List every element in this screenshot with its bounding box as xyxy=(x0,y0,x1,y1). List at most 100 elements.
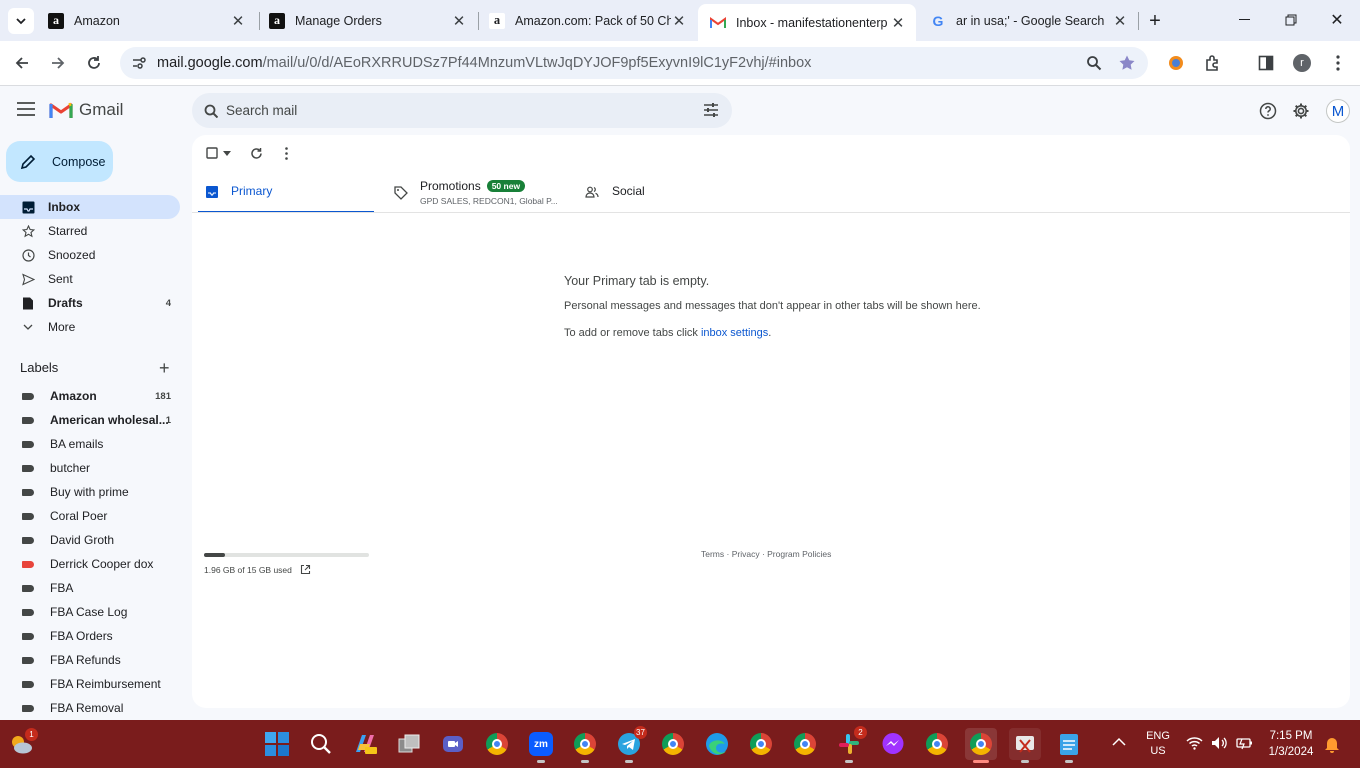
tab-promotions[interactable]: Promotions 50 new GPD SALES, REDCON1, Gl… xyxy=(388,177,578,213)
address-bar[interactable]: mail.google.com/mail/u/0/d/AEoRXRRUDSz7P… xyxy=(120,47,1148,79)
taskbar-snipping-tool[interactable] xyxy=(1009,728,1041,763)
taskbar-chrome-4[interactable] xyxy=(789,728,821,760)
label-item[interactable]: Buy with prime xyxy=(0,480,180,504)
label-icon xyxy=(22,464,34,472)
start-button[interactable] xyxy=(261,728,293,760)
tab-search-button[interactable] xyxy=(8,8,34,34)
taskbar-chrome-3[interactable] xyxy=(745,728,777,760)
program-policies-link[interactable]: Program Policies xyxy=(767,549,831,559)
taskbar-copilot[interactable] xyxy=(349,728,381,760)
new-tab-button[interactable]: + xyxy=(1144,10,1166,32)
taskbar-chrome-2[interactable] xyxy=(657,728,689,760)
taskbar-notepad[interactable] xyxy=(1053,728,1085,763)
search-bar[interactable] xyxy=(192,93,732,128)
back-button[interactable] xyxy=(7,48,37,78)
extension-button[interactable] xyxy=(1161,48,1191,78)
help-button[interactable] xyxy=(1259,102,1277,120)
label-icon xyxy=(22,704,34,712)
terms-link[interactable]: Terms xyxy=(701,549,724,559)
side-panel-button[interactable] xyxy=(1251,48,1281,78)
tab-primary[interactable]: Primary xyxy=(198,177,374,213)
label-item[interactable]: American wholesal... 1 xyxy=(0,408,180,432)
search-icon[interactable] xyxy=(204,104,218,118)
telegram-badge: 37 xyxy=(634,726,647,739)
site-info-icon[interactable] xyxy=(132,56,146,70)
taskbar-slack[interactable]: 2 xyxy=(833,726,867,763)
label-item[interactable]: FBA Case Log xyxy=(0,600,180,624)
reload-button[interactable] xyxy=(79,48,109,78)
notifications-button[interactable] xyxy=(1324,736,1340,753)
browser-tab-manage-orders[interactable]: a Manage Orders ✕ xyxy=(257,0,477,41)
privacy-link[interactable]: Privacy xyxy=(732,549,760,559)
tab-social[interactable]: Social xyxy=(580,177,770,213)
search-input[interactable] xyxy=(226,103,666,118)
taskbar-chrome-5[interactable] xyxy=(921,728,953,760)
inbox-settings-link[interactable]: inbox settings xyxy=(701,327,768,339)
label-item[interactable]: Coral Poer xyxy=(0,504,180,528)
system-tray[interactable] xyxy=(1186,736,1253,750)
region-text: US xyxy=(1150,745,1166,757)
open-external-icon[interactable] xyxy=(300,564,311,575)
weather-widget[interactable]: 1 xyxy=(5,728,38,760)
close-icon[interactable]: ✕ xyxy=(1112,13,1128,30)
bookmark-star-icon[interactable] xyxy=(1118,54,1136,72)
taskbar-messenger[interactable] xyxy=(877,728,909,760)
taskbar-zoom[interactable]: zm xyxy=(525,728,557,763)
sidebar-item-snoozed[interactable]: Snoozed xyxy=(0,243,180,267)
search-options-icon[interactable] xyxy=(703,103,719,117)
browser-menu-button[interactable] xyxy=(1323,48,1353,78)
close-icon[interactable]: ✕ xyxy=(230,13,246,30)
taskbar-edge[interactable] xyxy=(701,728,733,760)
label-item[interactable]: FBA xyxy=(0,576,180,600)
language-indicator[interactable]: ENG US xyxy=(1138,729,1178,759)
close-icon[interactable]: ✕ xyxy=(890,15,906,32)
extensions-menu-button[interactable] xyxy=(1198,48,1228,78)
close-icon[interactable]: ✕ xyxy=(451,13,467,30)
sidebar-item-inbox[interactable]: Inbox xyxy=(0,195,180,219)
label-item[interactable]: FBA Removal xyxy=(0,696,180,720)
taskbar-chrome[interactable] xyxy=(481,728,513,760)
label-item[interactable]: FBA Reimbursement xyxy=(0,672,180,696)
forward-button[interactable] xyxy=(43,48,73,78)
profile-button[interactable]: r xyxy=(1287,48,1317,78)
gmail-logo[interactable]: Gmail xyxy=(49,100,123,120)
minimize-button[interactable] xyxy=(1230,10,1260,30)
settings-button[interactable] xyxy=(1292,102,1310,120)
select-checkbox[interactable] xyxy=(206,147,231,159)
restore-button[interactable] xyxy=(1276,10,1306,30)
taskbar-chrome-active[interactable] xyxy=(965,728,997,763)
label-item[interactable]: David Groth xyxy=(0,528,180,552)
label-item[interactable]: BA emails xyxy=(0,432,180,456)
taskbar-teams[interactable] xyxy=(437,728,469,760)
label-item[interactable]: Derrick Cooper dox xyxy=(0,552,180,576)
label-item[interactable]: FBA Orders xyxy=(0,624,180,648)
running-indicator xyxy=(845,760,853,763)
compose-button[interactable]: Compose xyxy=(6,141,113,182)
close-window-button[interactable]: ✕ xyxy=(1322,10,1352,30)
taskbar-task-view[interactable] xyxy=(393,728,425,760)
taskbar-telegram[interactable]: 37 xyxy=(613,726,647,763)
taskbar-search[interactable] xyxy=(305,728,337,760)
video-chat-icon xyxy=(443,736,463,752)
browser-tab-amazon-product[interactable]: a Amazon.com: Pack of 50 Ch ✕ xyxy=(477,0,697,41)
create-label-button[interactable]: + xyxy=(159,358,170,379)
label-item[interactable]: Amazon 181 xyxy=(0,384,180,408)
more-actions-button[interactable] xyxy=(285,147,288,160)
browser-tab-gmail-inbox[interactable]: Inbox - manifestationenterp ✕ xyxy=(698,4,916,41)
taskbar-chrome-profile[interactable] xyxy=(569,728,601,763)
sidebar-item-drafts[interactable]: Drafts 4 xyxy=(0,291,180,315)
browser-tab-amazon[interactable]: a Amazon ✕ xyxy=(36,0,256,41)
browser-tab-google-search[interactable]: G ar in usa;' - Google Search ✕ xyxy=(918,0,1138,41)
sidebar-item-sent[interactable]: Sent xyxy=(0,267,180,291)
label-item[interactable]: butcher xyxy=(0,456,180,480)
tray-overflow-button[interactable] xyxy=(1112,737,1126,747)
label-item[interactable]: FBA Refunds xyxy=(0,648,180,672)
clock[interactable]: 7:15 PM 1/3/2024 xyxy=(1260,728,1322,760)
refresh-button[interactable] xyxy=(250,147,263,160)
account-avatar[interactable]: M xyxy=(1326,99,1350,123)
main-menu-button[interactable] xyxy=(17,102,35,116)
sidebar-item-starred[interactable]: Starred xyxy=(0,219,180,243)
zoom-icon[interactable] xyxy=(1086,55,1102,71)
close-icon[interactable]: ✕ xyxy=(671,13,687,30)
sidebar-item-more[interactable]: More xyxy=(0,315,180,339)
